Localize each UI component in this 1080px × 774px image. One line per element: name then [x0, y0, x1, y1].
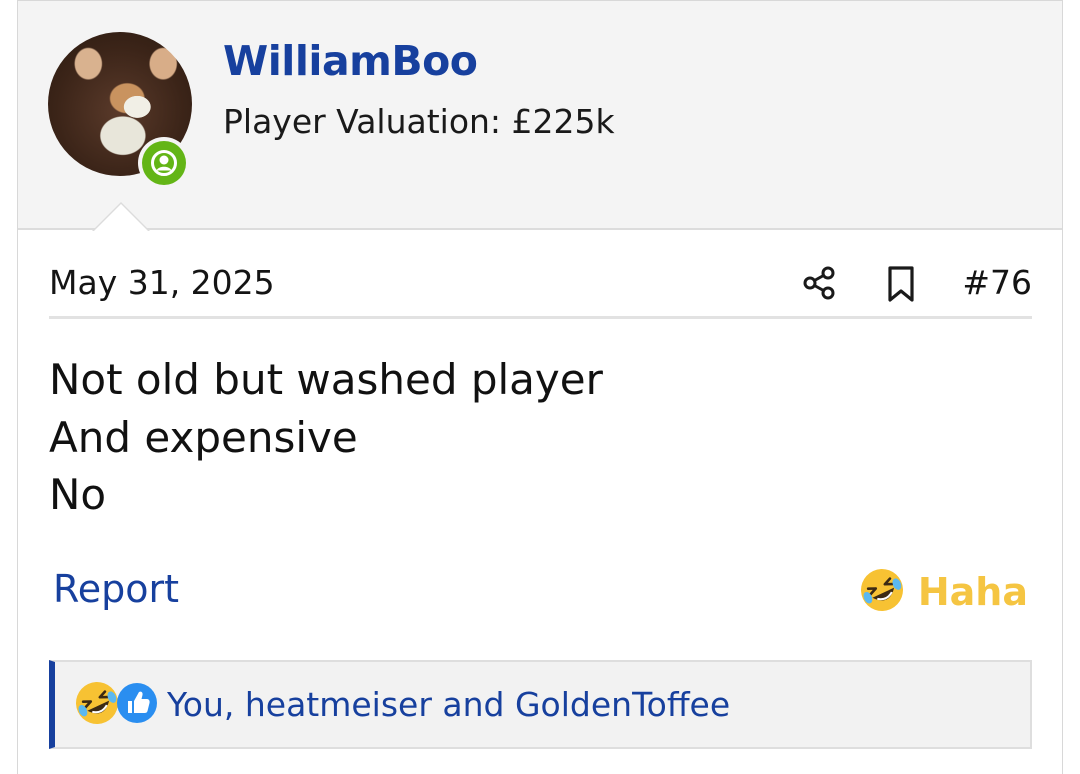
post-container: WilliamBoo Player Valuation: £225k May 3… [17, 0, 1063, 774]
post-body-line: Not old but washed player [49, 355, 603, 404]
bookmark-icon[interactable] [884, 265, 918, 303]
reactions-summary-text[interactable]: You, heatmeiser and GoldenToffee [167, 685, 730, 724]
reactions-summary[interactable]: You, heatmeiser and GoldenToffee [49, 660, 1032, 749]
laughing-emoji-icon [73, 679, 121, 731]
reaction-icons [73, 679, 159, 731]
post-body: Not old but washed player And expensive … [49, 351, 603, 524]
post-body-line: And expensive [49, 412, 358, 462]
online-status-badge [138, 137, 190, 189]
haha-reaction-label: Haha [917, 570, 1028, 614]
post-date[interactable]: May 31, 2025 [49, 263, 275, 302]
report-link[interactable]: Report [53, 567, 179, 611]
post-user-header: WilliamBoo Player Valuation: £225k [18, 1, 1062, 231]
post-body-line: No [49, 470, 107, 519]
share-icon[interactable] [801, 265, 837, 301]
divider [49, 316, 1032, 319]
user-title: Player Valuation: £225k [223, 102, 615, 141]
post-number-link[interactable]: #76 [962, 263, 1032, 302]
user-online-icon [142, 141, 186, 185]
like-thumb-icon [115, 681, 159, 729]
haha-reaction-button[interactable]: Haha [858, 566, 1028, 618]
username-link[interactable]: WilliamBoo [223, 37, 478, 85]
header-pointer [92, 202, 150, 231]
laughing-emoji-icon [858, 566, 906, 618]
